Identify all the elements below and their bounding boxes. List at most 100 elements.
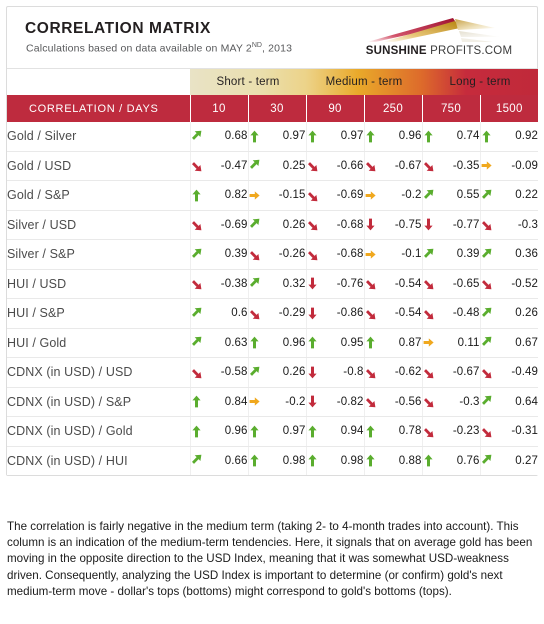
column-header-10[interactable]: 10 [190,95,249,122]
down-right-arrow-red [423,277,434,290]
correlation-value: -0.58 [220,366,248,379]
correlation-value: 0.97 [282,130,306,143]
row-label: CDNX (in USD) / Gold [7,416,191,447]
correlation-cell: -0.47 [190,151,249,181]
up-right-arrow-green [191,336,202,349]
cell-content: 0.63 [191,336,248,349]
correlation-value: 0.96 [398,130,422,143]
cell-content: -0.69 [191,218,248,231]
correlation-cell: -0.65 [422,269,481,299]
corner-header-label: CORRELATION / DAYS [7,95,191,122]
row-label: Gold / Silver [7,122,191,152]
correlation-cell: -0.48 [422,298,481,329]
logo-suffix: PROFITS.COM [426,45,513,57]
cell-content: 0.84 [191,395,248,408]
correlation-value: 0.39 [224,248,248,261]
column-header-750[interactable]: 750 [422,95,481,122]
cell-content: -0.3 [481,218,539,231]
right-arrow-orange [481,159,492,172]
correlation-cell: -0.67 [422,357,481,388]
cell-content: -0.52 [481,277,539,290]
cell-content: -0.29 [249,307,306,320]
correlation-value: -0.67 [452,366,480,379]
up-right-arrow-green [249,366,260,379]
correlation-cell: 0.36 [480,239,539,270]
cell-content: 0.92 [481,130,539,143]
correlation-cell: 0.39 [422,239,481,270]
cell-content: 0.95 [307,336,364,349]
cell-content: -0.65 [423,277,480,290]
correlation-value: 0.92 [515,130,539,143]
row-label: Gold / USD [7,151,191,181]
column-header-1500[interactable]: 1500 [480,95,539,122]
column-header-90[interactable]: 90 [306,95,365,122]
cell-content: -0.3 [423,395,480,408]
down-arrow-red [423,218,434,231]
up-right-arrow-green [481,307,492,320]
cell-content: 0.11 [423,336,480,349]
right-arrow-orange [365,248,376,261]
correlation-cell: 0.96 [190,416,249,447]
correlation-cell: 0.26 [248,357,307,388]
correlation-value: 0.94 [340,425,364,438]
up-right-arrow-green [191,130,202,143]
correlation-value: 0.84 [224,395,248,408]
cell-content: -0.48 [423,307,480,320]
correlation-cell: 0.82 [190,180,249,211]
correlation-table: Short - term Medium - term Long - term C… [7,69,539,475]
correlation-value: 0.88 [398,454,422,467]
down-right-arrow-red [365,366,376,379]
correlation-value: 0.67 [515,336,539,349]
correlation-cell: 0.76 [422,446,481,475]
correlation-cell: -0.68 [306,210,365,240]
correlation-cell: 0.63 [190,328,249,358]
column-header-30[interactable]: 30 [248,95,307,122]
subtitle-date: MAY 2 [220,42,252,55]
right-arrow-orange [423,336,434,349]
cell-content: 0.26 [249,218,306,231]
up-right-arrow-green [481,248,492,261]
cell-content: -0.09 [481,159,539,172]
card-header: CORRELATION MATRIX Calculations based on… [7,7,537,69]
cell-content: -0.67 [423,366,480,379]
correlation-cell: -0.15 [248,180,307,211]
cell-content: -0.68 [307,248,364,261]
correlation-value: 0.55 [456,189,480,202]
correlation-cell: 0.92 [480,122,539,152]
row-label: CDNX (in USD) / HUI [7,446,191,475]
correlation-value: -0.68 [336,218,364,231]
cell-content: -0.67 [365,159,422,172]
correlation-value: -0.62 [394,366,422,379]
down-right-arrow-red [365,307,376,320]
correlation-cell: -0.2 [248,387,307,417]
correlation-cell: 0.22 [480,180,539,211]
correlation-cell: 0.27 [480,446,539,475]
down-arrow-red [307,307,318,320]
subtitle-prefix: Calculations based on data available on [26,42,218,55]
row-label: Silver / S&P [7,239,191,270]
cell-content: -0.26 [249,248,306,261]
term-group-row: Short - term Medium - term Long - term [7,69,539,95]
correlation-cell: 0.96 [364,122,423,152]
table-row: Gold / S&P 0.82 -0.15 -0.69 -0.2 0.55 0.22 [7,180,539,211]
correlation-value: 0.96 [282,336,306,349]
table-row: HUI / Gold 0.63 0.96 0.95 0.87 0.11 0.67 [7,328,539,358]
correlation-cell: -0.67 [364,151,423,181]
correlation-value: -0.8 [343,366,364,379]
up-arrow-green [307,425,318,438]
cell-content: -0.31 [481,425,539,438]
correlation-cell: -0.3 [422,387,481,417]
correlation-cell: -0.75 [364,210,423,240]
subtitle-year: , 2013 [261,42,293,55]
up-arrow-green [249,130,260,143]
row-label: HUI / Gold [7,328,191,358]
column-header-250[interactable]: 250 [364,95,423,122]
correlation-cell: 0.98 [306,446,365,475]
cell-content: 0.32 [249,277,306,290]
up-right-arrow-green [249,218,260,231]
down-arrow-red [307,366,318,379]
down-right-arrow-red [481,277,492,290]
down-right-arrow-red [423,395,434,408]
correlation-value: -0.56 [394,395,422,408]
correlation-cell: 0.55 [422,180,481,211]
